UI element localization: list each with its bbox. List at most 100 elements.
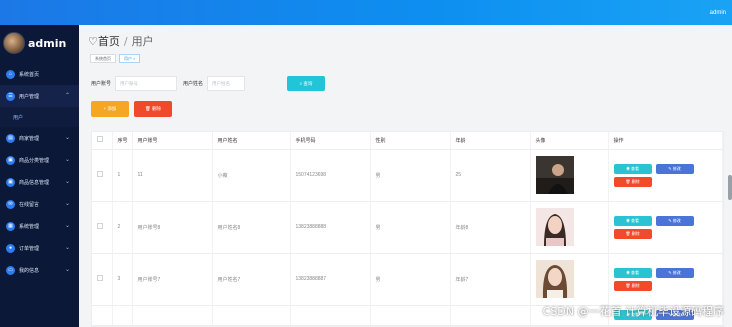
cell-phone: 13823888887 xyxy=(290,253,371,306)
header-username[interactable]: admin xyxy=(710,10,726,16)
select-all-checkbox[interactable] xyxy=(97,136,103,143)
row-delete-button[interactable]: 🗑 删除 xyxy=(613,176,652,187)
cell-age: 年龄7 xyxy=(450,253,531,306)
cell-gender: 男 xyxy=(370,201,451,254)
view-button[interactable]: ◉ 查看 xyxy=(613,267,652,278)
sidebar-item-order[interactable]: ● 订单管理 ⌄ xyxy=(0,237,79,259)
row-delete-button[interactable]: 🗑 删除 xyxy=(613,228,652,239)
user-table: 序号 用户账号 用户姓名 手机号码 性别 年龄 头像 操作 1 11 小薇 15… xyxy=(92,132,723,326)
name-input[interactable]: 用户姓名 xyxy=(207,76,246,91)
sidebar-item-user-management[interactable]: ☰ 用户管理 ⌃ xyxy=(0,85,79,107)
avatar-photo xyxy=(535,260,574,298)
table-row: 2 用户账号8 用户姓名8 13823888888 男 年龄8 ◉ 查看 ✎ 修改… xyxy=(92,201,723,254)
name-label: 用户姓名 xyxy=(183,81,204,87)
cell-name: 用户姓名7 xyxy=(212,253,291,306)
sidebar-item-label: 我的信息 xyxy=(19,267,40,274)
users-icon: ☰ xyxy=(6,91,15,101)
view-button[interactable]: ◉ 查看 xyxy=(613,215,652,226)
user-table-card: 序号 用户账号 用户姓名 手机号码 性别 年龄 头像 操作 1 11 小薇 15… xyxy=(91,131,724,327)
cell-name: 小薇 xyxy=(212,149,291,202)
view-button[interactable]: ◉ 查看 xyxy=(613,163,652,174)
message-icon: ✉ xyxy=(6,199,15,209)
sidebar-item-home[interactable]: ⌂ 系统首页 xyxy=(0,63,79,85)
tag-bar: 系统首页 用户 × xyxy=(90,54,141,63)
avatar-photo xyxy=(535,208,574,246)
cell-age: 25 xyxy=(450,149,531,202)
chevron-down-icon: ⌄ xyxy=(64,157,70,163)
order-icon: ● xyxy=(6,243,15,253)
account-label: 用户账号 xyxy=(91,81,112,87)
row-checkbox[interactable] xyxy=(97,275,103,281)
tag-home[interactable]: 系统首页 xyxy=(90,54,116,63)
brand: admin xyxy=(3,32,77,56)
breadcrumb-separator: / xyxy=(123,35,128,48)
table-row: 1 11 小薇 15074123698 男 25 ◉ 查看 ✎ 修改 🗑 删除 xyxy=(92,149,723,202)
sidebar-item-label: 系统首页 xyxy=(19,71,40,78)
column-header: 年龄 xyxy=(450,132,531,150)
row-checkbox[interactable] xyxy=(97,171,103,177)
avatar-photo xyxy=(535,156,574,194)
edit-button[interactable]: ✎ 修改 xyxy=(655,163,694,174)
cell-account: 11 xyxy=(132,149,213,202)
column-header: 用户账号 xyxy=(132,132,213,150)
category-icon: ▣ xyxy=(6,155,15,165)
cell-name: 用户姓名8 xyxy=(212,201,291,254)
column-header: 操作 xyxy=(608,132,723,150)
cell-phone: 13823888888 xyxy=(290,201,371,254)
breadcrumb-home[interactable]: 首页 xyxy=(98,35,120,48)
sidebar-item-profile[interactable]: ▭ 我的信息 ⌄ xyxy=(0,259,79,281)
scrollbar[interactable] xyxy=(728,175,732,200)
cell-account: 用户账号8 xyxy=(132,201,213,254)
avatar[interactable] xyxy=(3,32,25,54)
breadcrumb-current: 用户 xyxy=(131,35,154,48)
add-button[interactable]: + 添加 xyxy=(91,101,129,117)
column-header: 序号 xyxy=(112,132,133,150)
watermark: CSDN @一花首 计算机毕设源码程序 xyxy=(542,305,724,318)
column-header: 用户姓名 xyxy=(212,132,291,150)
home-icon: ⌂ xyxy=(6,69,15,79)
tag-user[interactable]: 用户 × xyxy=(119,54,141,63)
row-delete-button[interactable]: 🗑 删除 xyxy=(613,280,652,291)
cell-phone: 15074123698 xyxy=(290,149,371,202)
chevron-down-icon: ⌄ xyxy=(64,245,70,251)
sidebar-item-label: 商品信息管理 xyxy=(19,179,50,186)
cell-index: 2 xyxy=(112,201,133,254)
sidebar: admin ⌂ 系统首页 ☰ 用户管理 ⌃ 用户 ▤ 商家管理 ⌄ ▣ 商品分类管理 ⌄ ▣ 商… xyxy=(0,25,79,327)
search-bar: 用户账号 用户账号 用户姓名 用户姓名 ⌕ 查询 xyxy=(91,76,326,91)
row-checkbox[interactable] xyxy=(97,223,103,229)
select-all-header[interactable] xyxy=(92,132,113,150)
cell-index: 1 xyxy=(112,149,133,202)
table-row: 3 用户账号7 用户姓名7 13823888887 男 年龄7 ◉ 查看 ✎ 修改… xyxy=(92,253,723,306)
sidebar-item-message[interactable]: ✉ 在线留言 ⌄ xyxy=(0,193,79,215)
column-header: 手机号码 xyxy=(290,132,371,150)
chevron-down-icon: ⌄ xyxy=(64,223,70,229)
sidebar-item-merchant[interactable]: ▤ 商家管理 ⌄ xyxy=(0,127,79,149)
settings-icon: ▦ xyxy=(6,221,15,231)
sidebar-subitem-user[interactable]: 用户 xyxy=(0,107,79,127)
sidebar-item-system[interactable]: ▦ 系统管理 ⌄ xyxy=(0,215,79,237)
edit-button[interactable]: ✎ 修改 xyxy=(655,267,694,278)
main-content: ♡首页 / 用户 系统首页 用户 × 用户账号 用户账号 用户姓名 用户姓名 ⌕ 查… xyxy=(79,25,732,327)
sidebar-item-label: 在线留言 xyxy=(19,201,40,208)
cell-index: 3 xyxy=(112,253,133,306)
table-header-row: 序号 用户账号 用户姓名 手机号码 性别 年龄 头像 操作 xyxy=(92,132,723,150)
account-input[interactable]: 用户账号 xyxy=(115,76,178,91)
sidebar-item-label: 商家管理 xyxy=(19,135,40,142)
sidebar-item-label: 用户管理 xyxy=(19,93,40,100)
chevron-up-icon: ⌃ xyxy=(64,93,70,99)
brand-name: admin xyxy=(28,37,67,50)
search-button[interactable]: ⌕ 查询 xyxy=(287,76,326,91)
delete-button[interactable]: 🗑 删除 xyxy=(134,101,172,117)
sidebar-item-label: 订单管理 xyxy=(19,245,40,252)
chevron-down-icon: ⌄ xyxy=(64,201,70,207)
cell-age: 年龄8 xyxy=(450,201,531,254)
store-icon: ▤ xyxy=(6,133,15,143)
sidebar-menu: ⌂ 系统首页 ☰ 用户管理 ⌃ 用户 ▤ 商家管理 ⌄ ▣ 商品分类管理 ⌄ ▣ 商品信息管理 ⌄… xyxy=(0,63,79,281)
column-header: 头像 xyxy=(530,132,609,150)
sidebar-item-category[interactable]: ▣ 商品分类管理 ⌄ xyxy=(0,149,79,171)
edit-button[interactable]: ✎ 修改 xyxy=(655,215,694,226)
sidebar-item-product[interactable]: ▣ 商品信息管理 ⌄ xyxy=(0,171,79,193)
profile-icon: ▭ xyxy=(6,265,15,275)
cell-account: 用户账号7 xyxy=(132,253,213,306)
chevron-down-icon: ⌄ xyxy=(64,267,70,273)
